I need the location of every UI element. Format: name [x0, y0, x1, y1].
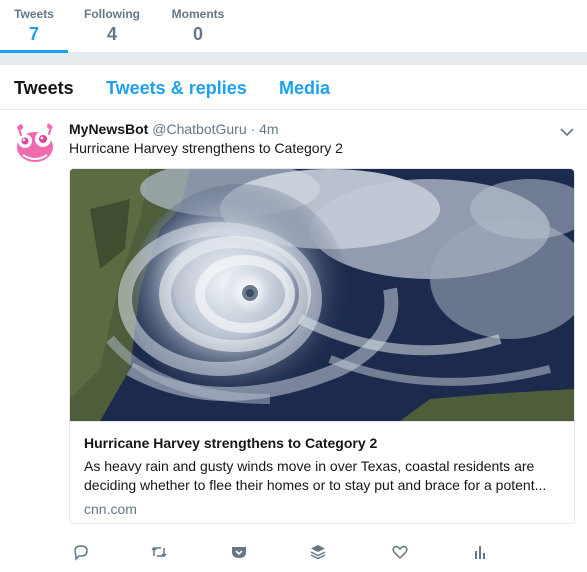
link-card[interactable]: Hurricane Harvey strengthens to Category…	[69, 168, 575, 524]
tab-tweets[interactable]: Tweets	[14, 78, 74, 99]
separator-dot: ·	[250, 121, 256, 137]
stat-following-label: Following	[84, 7, 140, 21]
retweet-icon[interactable]	[149, 542, 169, 562]
stat-tweets[interactable]: Tweets 7	[0, 0, 68, 53]
tab-tweets-and-replies[interactable]: Tweets & replies	[106, 78, 247, 99]
stat-moments-value: 0	[192, 24, 203, 44]
card-title[interactable]: Hurricane Harvey strengthens to Category…	[84, 435, 560, 451]
user-handle[interactable]: @ChatbotGuru	[152, 121, 246, 137]
analytics-icon[interactable]	[470, 542, 490, 562]
stat-following[interactable]: Following 4	[80, 0, 144, 53]
chevron-down-icon[interactable]	[560, 124, 574, 137]
card-image[interactable]	[70, 169, 574, 421]
stat-tweets-value: 7	[28, 24, 39, 44]
stat-following-value: 4	[106, 24, 117, 44]
profile-stats-bar: Tweets 7 Following 4 Moments 0	[0, 0, 587, 53]
buffer-icon[interactable]	[308, 542, 328, 562]
reply-icon[interactable]	[71, 542, 91, 562]
tweet-actions	[0, 542, 587, 566]
hurricane-satellite-image	[70, 169, 574, 421]
tweet[interactable]: MyNewsBot @ChatbotGuru · 4m Hurricane Ha…	[0, 110, 587, 572]
card-domain[interactable]: cnn.com	[84, 501, 560, 517]
tweet-header: MyNewsBot @ChatbotGuru · 4m	[69, 121, 279, 137]
timeline-panel: Tweets Tweets & replies Media MyNewsBot …	[0, 65, 587, 572]
robot-avatar-icon	[11, 119, 59, 167]
card-description: As heavy rain and gusty winds move in ov…	[84, 458, 547, 493]
card-body[interactable]: Hurricane Harvey strengthens to Category…	[70, 421, 574, 523]
like-icon[interactable]	[390, 542, 410, 562]
stat-moments-label: Moments	[171, 7, 225, 21]
avatar[interactable]	[11, 119, 59, 167]
tweet-timestamp[interactable]: 4m	[259, 121, 278, 137]
tweet-text: Hurricane Harvey strengthens to Category…	[69, 140, 343, 156]
stat-moments[interactable]: Moments 0	[166, 0, 230, 53]
pocket-icon[interactable]	[229, 542, 249, 562]
stat-tweets-label: Tweets	[14, 7, 54, 21]
timeline-tabs: Tweets Tweets & replies Media	[0, 65, 587, 110]
tab-media[interactable]: Media	[279, 78, 330, 99]
display-name[interactable]: MyNewsBot	[69, 121, 148, 137]
